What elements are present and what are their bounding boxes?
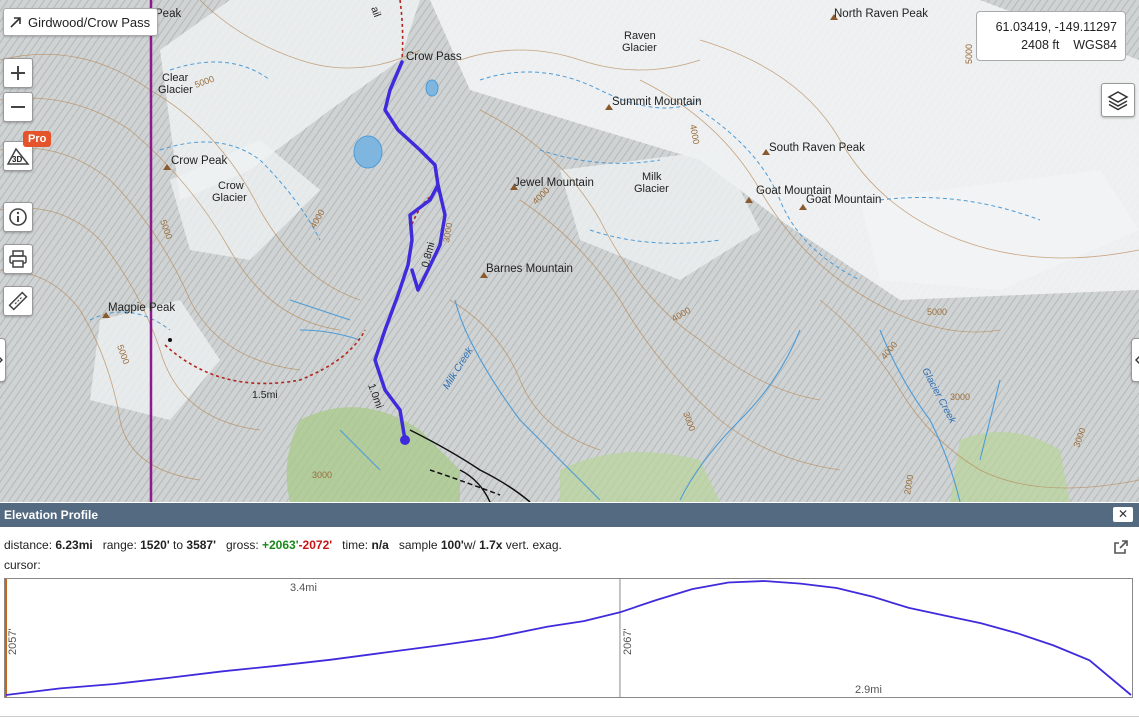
loss-value: -2072' [298, 538, 333, 552]
label-raven-glacier-2: Glacier [622, 42, 657, 54]
svg-text:5000: 5000 [964, 44, 974, 64]
magpie-marker [168, 338, 172, 342]
map-title-button[interactable]: Girdwood/Crow Pass [3, 8, 159, 36]
left-panel-toggle[interactable] [0, 338, 6, 382]
bottom-rule [0, 716, 1139, 717]
3d-label: 3D [12, 155, 22, 164]
range-min: 1520' [140, 538, 170, 552]
svg-text:3000: 3000 [312, 470, 332, 480]
left-gain-label: 2057' [7, 628, 19, 655]
distance-label: distance: [4, 538, 53, 552]
range-label: range: [102, 538, 137, 552]
range-to: to [173, 538, 184, 552]
right-distance-label: 2.9mi [855, 684, 882, 696]
label-raven-glacier-1: Raven [624, 30, 656, 42]
gain-value: +2063' [262, 538, 299, 552]
zoom-in-button[interactable] [3, 58, 33, 88]
time-label: time: [342, 538, 369, 552]
chevron-right-icon [0, 357, 3, 363]
label-barnes-mountain: Barnes Mountain [486, 263, 573, 275]
label-goat-mountain-2: Goat Mountain [806, 194, 881, 206]
range-max: 3587' [186, 538, 216, 552]
svg-text:3000: 3000 [950, 392, 970, 402]
label-north-raven-peak: North Raven Peak [834, 8, 928, 20]
lake-pass [425, 79, 439, 97]
topo-map[interactable]: Peak North Raven Peak Raven Glacier Crow… [0, 0, 1139, 502]
label-crow-glacier-1: Crow [218, 180, 244, 192]
gross-label: gross: [225, 538, 259, 552]
label-clear-glacier-1: Clear [162, 72, 189, 84]
coord-elevation: 2408 ft [1021, 38, 1060, 52]
layers-icon [1107, 91, 1129, 111]
label-crow-glacier-2: Glacier [212, 192, 247, 204]
w-label: w/ [463, 538, 476, 552]
coord-latlon: 61.03419, -149.11297 [995, 20, 1117, 34]
close-button[interactable]: ✕ [1113, 507, 1133, 522]
label-clear-glacier-2: Glacier [158, 84, 193, 96]
chevron-left-icon [1135, 356, 1139, 364]
sample-value: 100' [440, 538, 464, 552]
label-dist-1-5: 1.5mi [252, 389, 278, 401]
zoom-out-button[interactable] [3, 92, 33, 122]
terrain-3d-icon: 3D [6, 147, 30, 165]
label-milk-glacier-1: Milk [642, 171, 662, 183]
elevation-stats: distance: 6.23mi range: 1520' to 3587' g… [4, 538, 562, 552]
route-start-marker[interactable] [400, 435, 410, 445]
label-crow-peak: Crow Peak [171, 155, 227, 167]
measure-button[interactable] [3, 286, 33, 316]
elevation-profile-chart[interactable]: 3.4mi 2.9mi 2057' 2067' [4, 578, 1133, 698]
left-distance-label: 3.4mi [290, 582, 317, 594]
popout-icon[interactable] [1112, 538, 1130, 556]
map-canvas[interactable]: Peak North Raven Peak Raven Glacier Crow… [0, 0, 1139, 502]
cursor-readout: cursor: [4, 558, 41, 572]
coord-elevation-row: 2408 ft WGS84 [977, 36, 1117, 54]
label-jewel-mountain: Jewel Mountain [514, 177, 594, 189]
sample-label: sample [398, 538, 438, 552]
label-south-raven-peak: South Raven Peak [769, 142, 865, 154]
label-summit-mountain: Summit Mountain [612, 96, 701, 108]
profile-svg[interactable] [5, 579, 1132, 697]
pro-badge: Pro [23, 131, 52, 147]
ruler-icon [8, 291, 28, 311]
layers-button[interactable] [1101, 83, 1135, 117]
right-gain-label: 2067' [621, 628, 634, 655]
info-icon [9, 208, 27, 226]
coordinate-readout: 61.03419, -149.11297 2408 ft WGS84 [976, 11, 1126, 61]
minus-icon [11, 106, 25, 108]
map-title: Girdwood/Crow Pass [28, 14, 151, 30]
right-panel-toggle[interactable] [1131, 338, 1139, 382]
label-milk-glacier-2: Glacier [634, 183, 669, 195]
exag-label: vert. exag. [505, 538, 562, 552]
distance-value: 6.23mi [55, 538, 93, 552]
lake-crow [353, 135, 383, 169]
printer-icon [9, 250, 27, 268]
external-arrow-icon [10, 17, 21, 28]
info-button[interactable] [3, 202, 33, 232]
coord-datum: WGS84 [1073, 38, 1117, 52]
print-button[interactable] [3, 244, 33, 274]
label-crow-pass: Crow Pass [406, 51, 462, 63]
label-magpie-peak: Magpie Peak [108, 302, 175, 314]
elevation-profile-header: Elevation Profile ✕ [0, 503, 1139, 527]
elevation-profile-title: Elevation Profile [4, 508, 99, 522]
svg-text:5000: 5000 [927, 307, 947, 317]
label-peak-top: Peak [155, 8, 181, 20]
time-value: n/a [371, 538, 389, 552]
plus-icon [11, 66, 25, 80]
elevation-profile-line [5, 580, 1132, 696]
exag-value: 1.7x [479, 538, 503, 552]
